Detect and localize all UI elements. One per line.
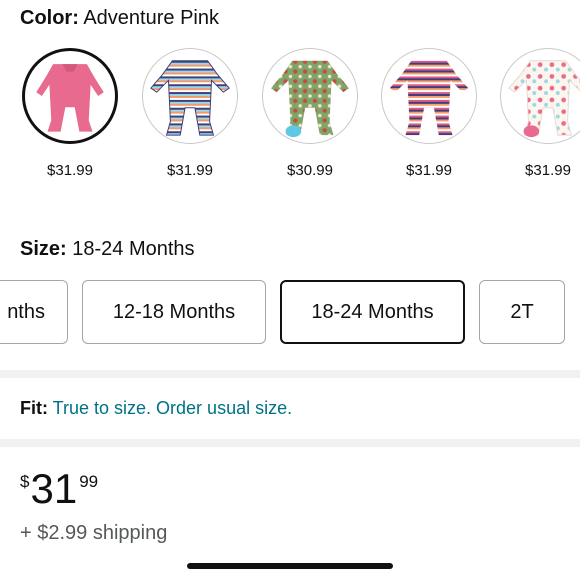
fit-value-link[interactable]: True to size. Order usual size. (53, 398, 292, 418)
balloon-pajama-image (508, 60, 580, 138)
product-price: $ 31 99 (20, 466, 98, 516)
size-option-2t[interactable]: 2T (479, 280, 565, 344)
color-swatch-pattern[interactable] (262, 48, 358, 144)
swatch-price: $31.99 (47, 162, 93, 179)
size-option-18-24-months[interactable]: 18-24 Months (280, 280, 465, 344)
size-option-12-18-months[interactable]: 12-18 Months (82, 280, 266, 344)
swatch-price: $31.99 (525, 162, 571, 179)
shipping-cost: + $2.99 shipping (20, 522, 168, 544)
size-label: Size: (20, 238, 67, 260)
color-value: Adventure Pink (83, 7, 219, 29)
color-swatch-balloons[interactable] (500, 48, 580, 144)
price-currency: $ (20, 472, 30, 491)
size-option-label: nths (7, 300, 45, 323)
size-option-label: 12-18 Months (112, 300, 236, 323)
color-label: Color: (20, 7, 79, 29)
section-divider (0, 439, 580, 447)
pink-pajama-image (36, 64, 104, 132)
price-fraction: 99 (79, 472, 99, 491)
swatch-price: $30.99 (287, 162, 333, 179)
striped-pajama-image-2 (389, 60, 469, 136)
striped-pajama-image (150, 60, 230, 136)
fit-info: Fit: True to size. Order usual size. (20, 397, 292, 419)
size-value: 18-24 Months (72, 238, 195, 260)
size-option-previous[interactable]: nths (0, 280, 68, 344)
patterned-pajama-image (270, 60, 350, 138)
swatch-price: $31.99 (167, 162, 213, 179)
size-option-label: 18-24 Months (311, 300, 434, 323)
home-indicator[interactable] (187, 563, 393, 569)
price-whole: 31 (30, 465, 78, 512)
color-swatch-stripe[interactable] (142, 48, 238, 144)
section-divider (0, 370, 580, 378)
size-option-label: 2T (510, 300, 534, 323)
color-selector-label: Color: Adventure Pink (20, 6, 219, 30)
size-selector-label: Size: 18-24 Months (20, 237, 195, 261)
color-swatch-stripe-2[interactable] (381, 48, 477, 144)
color-swatch-adventure-pink[interactable] (22, 48, 118, 144)
swatch-price: $31.99 (406, 162, 452, 179)
fit-label: Fit: (20, 398, 48, 418)
